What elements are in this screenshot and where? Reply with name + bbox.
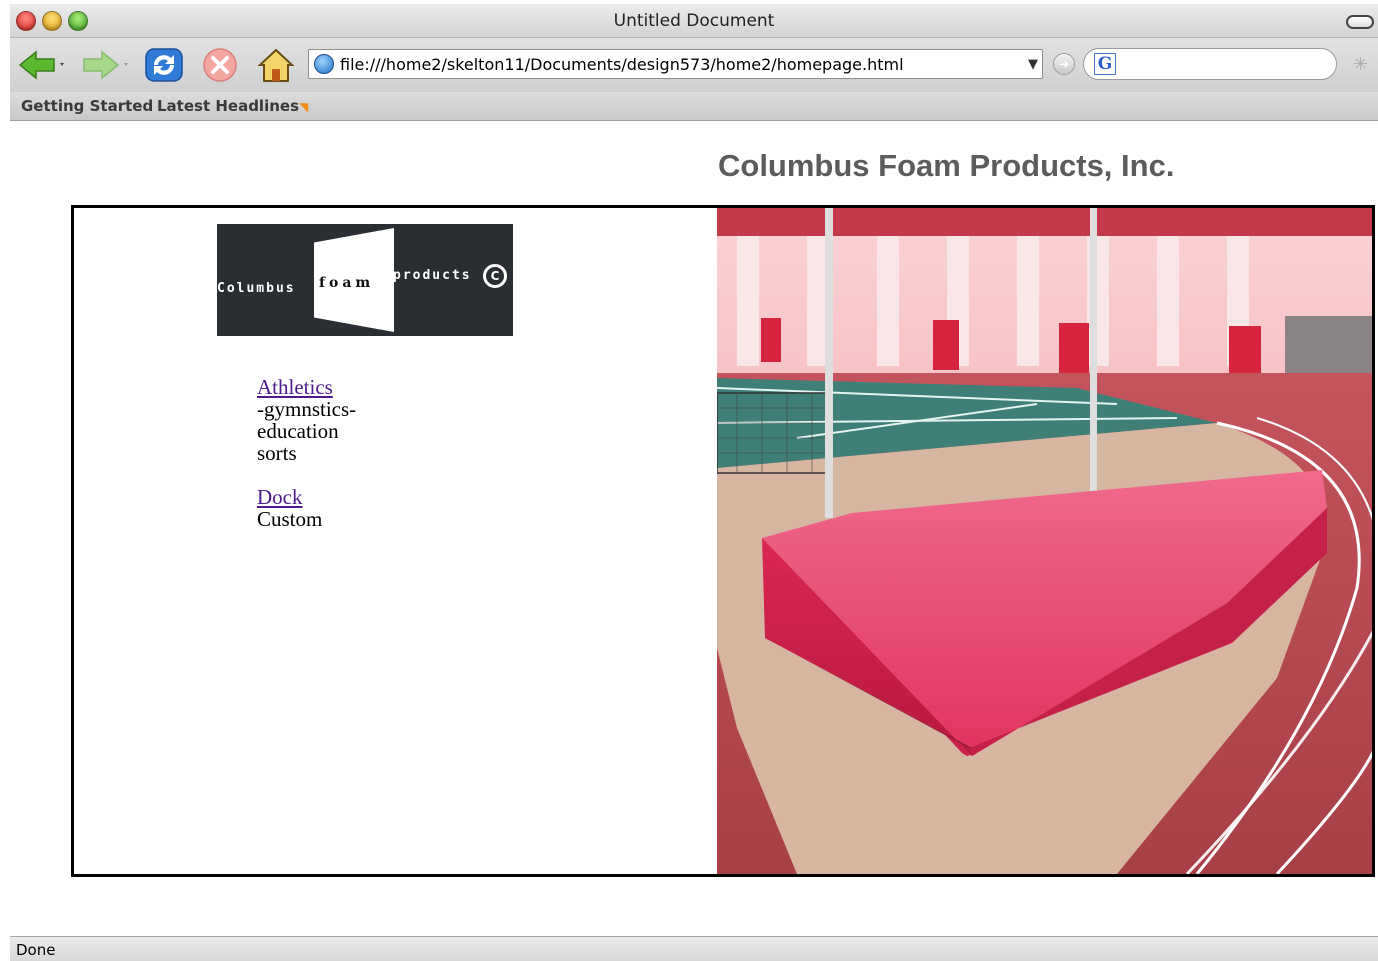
globe-icon — [314, 54, 334, 74]
bookmark-latest-headlines-label: Latest Headlines — [157, 97, 299, 115]
google-search-icon[interactable]: G — [1094, 53, 1116, 75]
home-icon — [257, 48, 295, 82]
toolbar-toggle-button[interactable] — [1346, 15, 1374, 29]
activity-spinner-icon: ✳ — [1352, 54, 1368, 75]
url-bar[interactable]: file:///home2/skelton11/Documents/design… — [308, 49, 1043, 79]
forward-arrow-icon — [83, 50, 128, 80]
bookmarks-toolbar: Getting Started Latest Headlines◥ — [10, 92, 1378, 121]
rss-icon: ◥ — [299, 100, 309, 114]
page-viewport: Columbus Foam Products, Inc. Columbus fo… — [10, 122, 1378, 936]
status-bar: Done — [10, 936, 1378, 961]
back-arrow-icon — [18, 50, 64, 80]
url-dropdown-icon[interactable]: ▼ — [1024, 57, 1042, 72]
go-icon[interactable]: ➜ — [1053, 53, 1075, 75]
status-text: Done — [16, 941, 56, 959]
search-input[interactable]: G — [1083, 48, 1337, 80]
logo-word-columbus: Columbus — [217, 281, 296, 296]
window-titlebar: Untitled Document — [10, 4, 1378, 38]
custom-label: Custom — [257, 507, 323, 531]
bookmark-latest-headlines[interactable]: Latest Headlines◥ — [157, 97, 308, 115]
logo-mark-icon: C — [483, 264, 507, 288]
stop-icon — [203, 48, 237, 82]
hero-photo — [717, 208, 1372, 874]
navigation-toolbar: file:///home2/skelton11/Documents/design… — [10, 38, 1378, 92]
home-button[interactable] — [254, 46, 298, 84]
athletics-link[interactable]: Athletics — [257, 375, 333, 399]
logo-word-foam: foam — [319, 275, 375, 291]
reload-icon — [145, 48, 183, 82]
page-title: Columbus Foam Products, Inc. — [718, 148, 1175, 183]
company-logo: Columbus foam products C — [217, 224, 513, 336]
athletics-sub-education: education — [257, 419, 339, 443]
side-nav: Athletics -gymnstics- education sorts Do… — [257, 376, 356, 530]
back-button[interactable] — [14, 46, 70, 84]
logo-word-products: products — [393, 268, 472, 283]
bookmark-getting-started[interactable]: Getting Started — [21, 97, 153, 115]
athletics-sub-sorts: sorts — [257, 441, 297, 465]
stop-button[interactable] — [198, 46, 242, 84]
window-title: Untitled Document — [613, 11, 775, 31]
athletics-sub-gymnastics: -gymnstics- — [257, 397, 357, 421]
forward-button[interactable] — [78, 46, 134, 84]
dock-link[interactable]: Dock — [257, 485, 303, 509]
reload-button[interactable] — [142, 46, 186, 84]
url-text[interactable]: file:///home2/skelton11/Documents/design… — [340, 55, 1024, 74]
content-frame: Columbus foam products C Athletics -gymn… — [71, 205, 1375, 877]
